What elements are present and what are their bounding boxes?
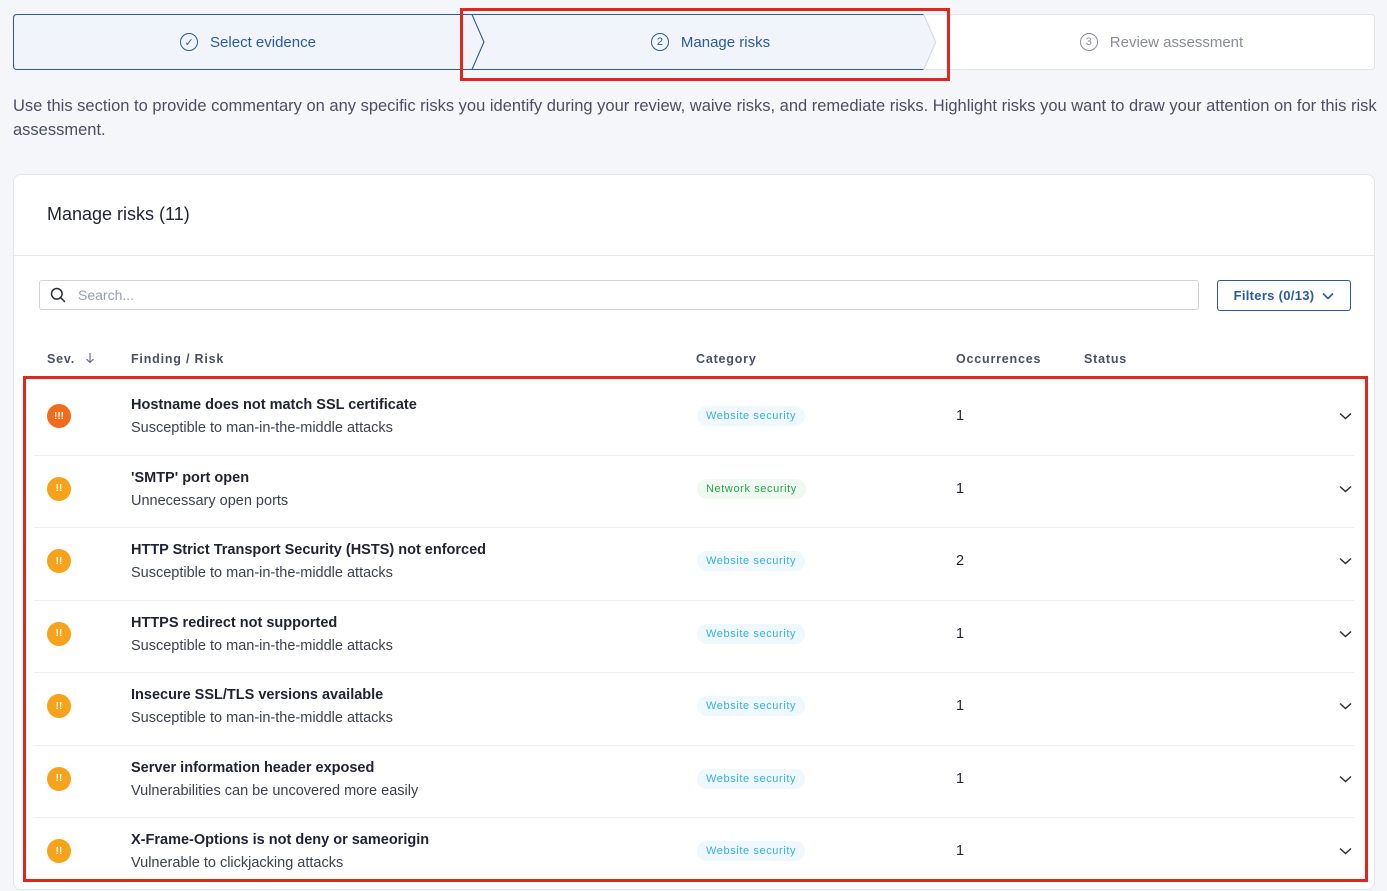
search-input[interactable] [76,286,1180,304]
search-icon [50,287,66,303]
intro-text: Use this section to provide commentary o… [13,97,1377,139]
column-header-finding[interactable]: Finding / Risk [131,352,224,366]
column-header-occurrences[interactable]: Occurrences [956,352,1041,366]
card-title: Manage risks (11) [47,204,190,224]
column-header-status[interactable]: Status [1084,352,1127,366]
step-label: Select evidence [210,33,316,51]
check-circle-icon: ✓ [180,33,199,51]
header-label: Sev. [47,352,75,366]
column-header-severity[interactable]: Sev. [47,352,95,366]
step-select-evidence[interactable]: ✓ Select evidence [13,14,483,70]
column-header-category[interactable]: Category [696,352,757,366]
step-number-icon: 3 [1079,33,1098,51]
filters-button[interactable]: Filters (0/13) [1217,280,1351,311]
step-label: Review assessment [1109,33,1244,51]
annotation-box-step [460,8,950,81]
step-review-assessment[interactable]: 3 Review assessment [948,14,1375,70]
annotation-box-rows [23,376,1368,882]
chevron-down-icon [1322,292,1334,300]
divider [14,255,1374,256]
search-box[interactable] [39,280,1199,310]
sort-arrow-down-icon [86,353,95,364]
filters-label: Filters (0/13) [1233,288,1315,303]
